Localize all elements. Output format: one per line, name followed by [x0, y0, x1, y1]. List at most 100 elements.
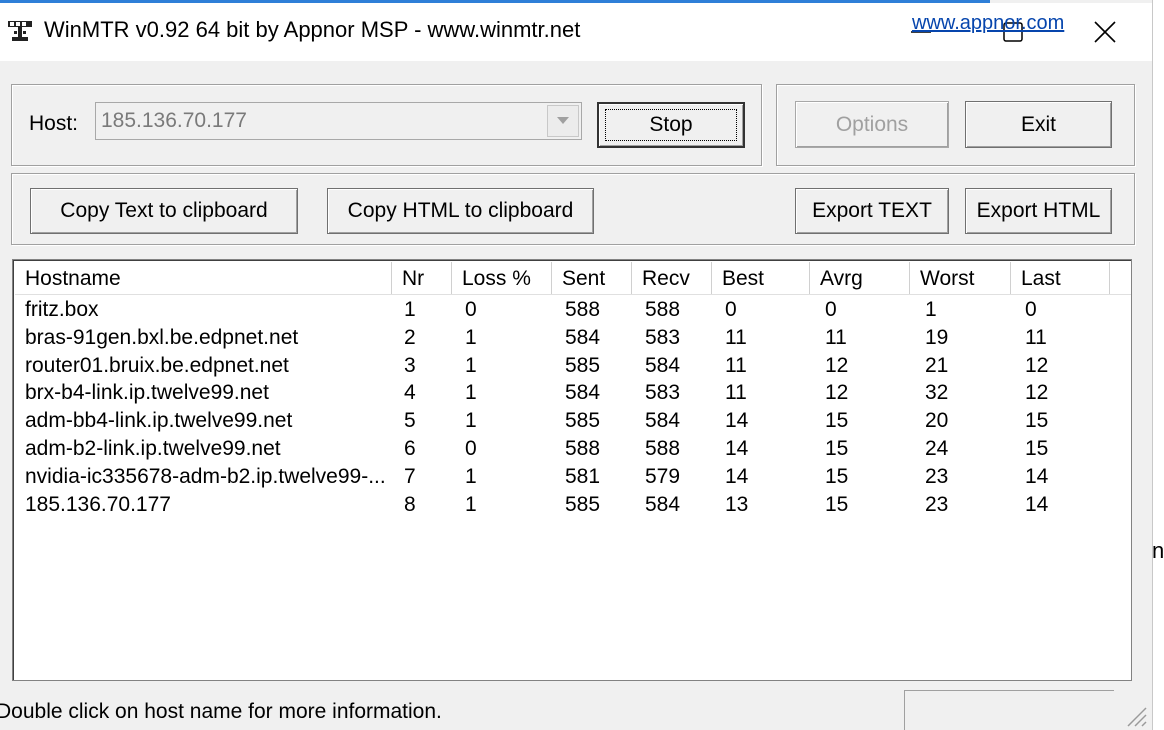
cell-worst: 20: [925, 409, 949, 433]
chevron-down-icon: [557, 117, 569, 124]
table-row[interactable]: adm-bb4-link.ip.twelve99.net 5 1 585 584 14 15…: [15, 407, 1131, 435]
cell-hostname: bras-91gen.bxl.be.edpnet.net: [25, 325, 299, 349]
combo-dropdown-button[interactable]: [547, 105, 579, 137]
column-header-best[interactable]: Best: [712, 262, 810, 294]
table-row[interactable]: brx-b4-link.ip.twelve99.net 4 1 584 583 11 12 3…: [15, 379, 1131, 407]
cell-recv: 588: [645, 298, 681, 321]
cell-last: 0: [1025, 298, 1037, 321]
table-row[interactable]: fritz.box 1 0 588 588 0 0 1 0: [15, 296, 1131, 324]
column-header-recv[interactable]: Recv: [632, 262, 712, 294]
cell-best: 11: [725, 353, 747, 377]
cell-nr: 5: [404, 409, 416, 433]
table-row[interactable]: bras-91gen.bxl.be.edpnet.net 2 1 584 583 11 11…: [15, 324, 1131, 352]
cell-best: 14: [725, 437, 749, 460]
host-value: 185.136.70.177: [101, 109, 247, 132]
exit-button[interactable]: Exit: [965, 101, 1112, 148]
cell-recv: 584: [645, 492, 681, 516]
cell-recv: 584: [645, 353, 681, 377]
cell-recv: 583: [645, 325, 681, 349]
results-table[interactable]: Hostname Nr Loss % Sent Recv Best Avrg W…: [12, 259, 1132, 681]
cell-avrg: 11: [825, 325, 847, 349]
column-header-sent[interactable]: Sent: [552, 262, 632, 294]
column-header-loss[interactable]: Loss %: [452, 262, 552, 294]
cell-avrg: 15: [825, 437, 849, 460]
window-title: WinMTR v0.92 64 bit by Appnor MSP - www.…: [44, 17, 581, 42]
cell-sent: 581: [565, 464, 601, 488]
export-text-button[interactable]: Export TEXT: [795, 188, 949, 234]
stop-button[interactable]: Stop: [597, 102, 745, 148]
resize-grip-icon[interactable]: [1122, 702, 1148, 728]
cell-last: 12: [1025, 381, 1049, 405]
cell-worst: 23: [925, 464, 949, 488]
cell-loss: 1: [465, 353, 477, 377]
column-header-last[interactable]: Last: [1011, 262, 1110, 294]
cell-hostname: 185.136.70.177: [25, 492, 171, 516]
cell-avrg: 15: [825, 464, 849, 488]
cell-sent: 588: [565, 298, 601, 321]
cell-last: 15: [1025, 409, 1049, 433]
cell-sent: 585: [565, 409, 601, 433]
cell-nr: 4: [404, 381, 416, 405]
copy-text-button[interactable]: Copy Text to clipboard: [30, 188, 298, 234]
cell-recv: 579: [645, 464, 681, 488]
status-link-pane: [904, 690, 1114, 730]
export-text-button-label: Export TEXT: [812, 199, 932, 222]
table-row[interactable]: router01.bruix.be.edpnet.net 3 1 585 584 11 12…: [15, 352, 1131, 380]
cell-loss: 1: [465, 492, 477, 516]
cell-best: 0: [725, 298, 737, 321]
cell-hostname: fritz.box: [25, 298, 99, 321]
cell-best: 13: [725, 492, 749, 516]
background-window: [1153, 0, 1164, 730]
close-icon: [1094, 21, 1116, 43]
column-header-worst[interactable]: Worst: [910, 262, 1011, 294]
table-row[interactable]: 185.136.70.177 8 1 585 584 13 15 23 14: [15, 491, 1131, 519]
cell-last: 15: [1025, 437, 1049, 460]
winmtr-window: WinMTR v0.92 64 bit by Appnor MSP - www.…: [0, 0, 1153, 730]
cell-worst: 32: [925, 381, 949, 405]
cell-sent: 585: [565, 492, 601, 516]
cell-worst: 21: [925, 353, 949, 377]
cell-sent: 584: [565, 381, 601, 405]
cell-recv: 583: [645, 381, 681, 405]
status-bar: Double click on host name for more infor…: [0, 690, 1152, 730]
cell-worst: 23: [925, 492, 949, 516]
cell-last: 11: [1025, 325, 1047, 349]
cell-recv: 588: [645, 437, 681, 460]
app-icon: [8, 21, 32, 41]
cell-avrg: 15: [825, 492, 849, 516]
cell-loss: 0: [465, 298, 477, 321]
cell-hostname: adm-b2-link.ip.twelve99.net: [25, 437, 281, 460]
stop-button-label: Stop: [649, 113, 693, 136]
status-message: Double click on host name for more infor…: [0, 700, 442, 723]
export-html-button-label: Export HTML: [976, 199, 1101, 222]
cell-best: 14: [725, 409, 749, 433]
column-header-nr[interactable]: Nr: [392, 262, 452, 294]
cell-loss: 1: [465, 325, 477, 349]
appnor-link[interactable]: www.appnor.com: [912, 12, 1064, 35]
cell-nr: 6: [404, 437, 416, 460]
cell-nr: 8: [404, 492, 416, 516]
cell-loss: 0: [465, 437, 477, 460]
export-html-button[interactable]: Export HTML: [965, 188, 1112, 234]
background-window-text: n: [1152, 538, 1164, 563]
close-button[interactable]: [1058, 3, 1152, 61]
cell-hostname: adm-bb4-link.ip.twelve99.net: [25, 409, 293, 433]
column-header-avrg[interactable]: Avrg: [810, 262, 910, 294]
table-header: Hostname Nr Loss % Sent Recv Best Avrg W…: [15, 262, 1131, 295]
options-button[interactable]: Options: [795, 101, 949, 148]
cell-recv: 584: [645, 409, 681, 433]
cell-hostname: brx-b4-link.ip.twelve99.net: [25, 381, 269, 405]
table-row[interactable]: adm-b2-link.ip.twelve99.net 6 0 588 588 14 15 2…: [15, 435, 1131, 463]
host-combobox[interactable]: 185.136.70.177: [95, 102, 582, 140]
cell-loss: 1: [465, 409, 477, 433]
cell-nr: 2: [404, 325, 416, 349]
table-row[interactable]: nvidia-ic335678-adm-b2.ip.twelve99-... 7 1…: [15, 463, 1131, 491]
cell-loss: 1: [465, 381, 477, 405]
cell-best: 11: [725, 325, 747, 349]
cell-nr: 7: [404, 464, 416, 488]
column-header-hostname[interactable]: Hostname: [15, 262, 392, 294]
options-button-label: Options: [835, 112, 909, 136]
host-label: Host:: [29, 112, 79, 135]
cell-loss: 1: [465, 464, 477, 488]
copy-html-button[interactable]: Copy HTML to clipboard: [327, 188, 594, 234]
